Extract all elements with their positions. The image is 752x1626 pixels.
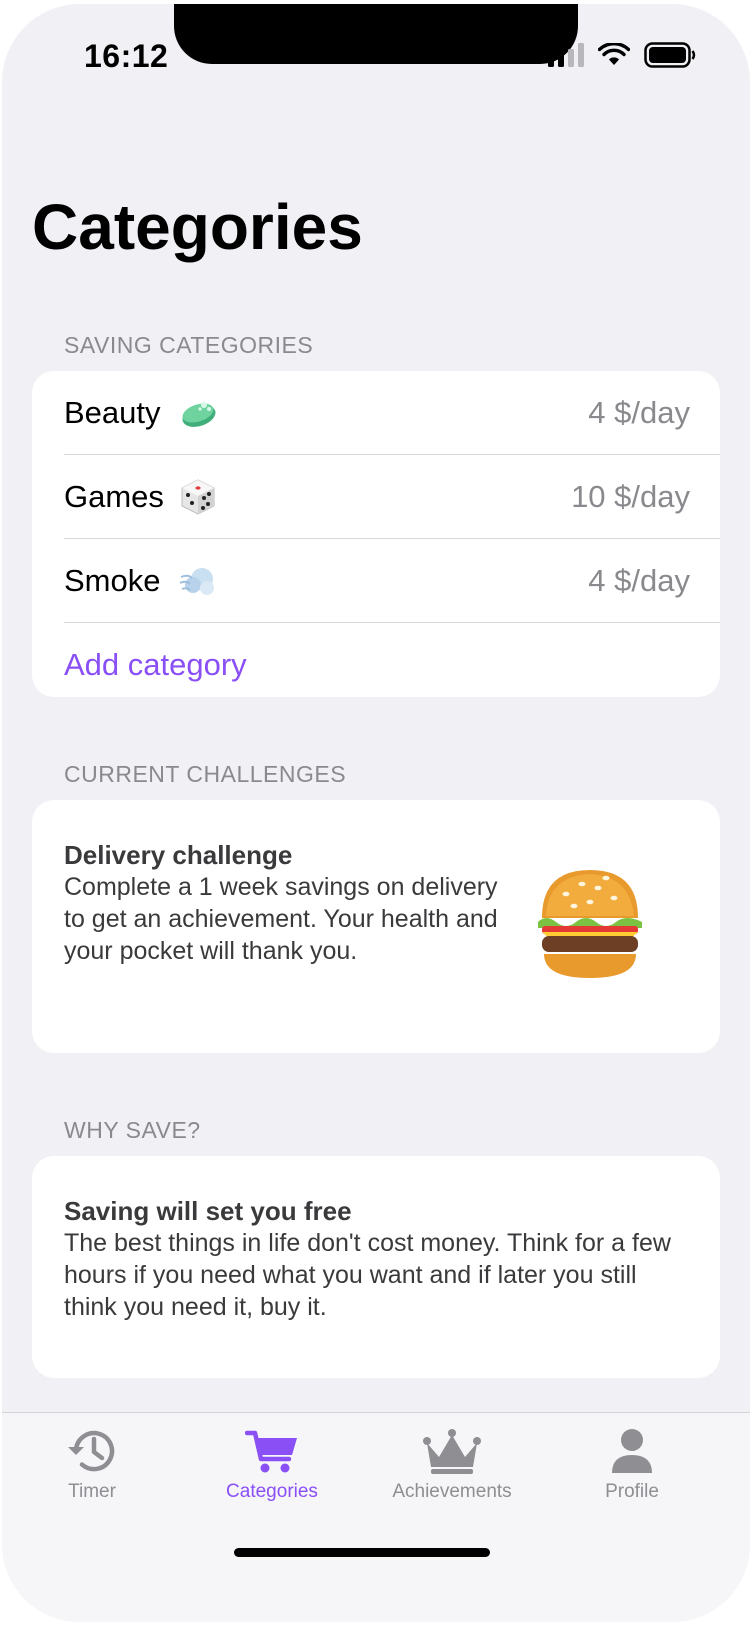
why-save-card: Saving will set you free The best things… [32,1156,720,1378]
category-name: Games [64,479,164,514]
why-save-header: WHY SAVE? [64,1117,201,1143]
battery-icon [644,42,696,68]
category-name: Smoke [64,563,161,598]
challenge-card[interactable]: Delivery challenge Complete a 1 week sav… [32,800,720,1053]
phone-screen: 16:12 Categories SAVING CATEGORIES Beaut… [2,4,750,1622]
category-value: 4 $/day [588,395,690,430]
challenge-title: Delivery challenge [64,840,293,870]
home-indicator[interactable] [234,1548,490,1557]
person-icon [612,1429,652,1473]
crown-icon [423,1429,481,1474]
clock-history-icon [68,1430,115,1472]
soap-icon [182,402,216,427]
saving-categories-card: Beauty 4 $/day Games 10 $/day Smoke 4 $/… [32,371,720,697]
tab-label: Achievements [392,1481,512,1502]
why-save-text: Saving will set you free The best things… [64,1196,684,1323]
tab-label: Timer [68,1481,116,1502]
challenge-text: Delivery challenge Complete a 1 week sav… [64,840,504,967]
category-row-beauty[interactable]: Beauty 4 $/day [32,371,720,455]
add-category-row[interactable]: Add category [32,623,720,707]
why-save-title: Saving will set you free [64,1196,352,1226]
wifi-icon [598,43,630,65]
status-time: 16:12 [84,38,169,74]
challenge-body: Complete a 1 week savings on delivery to… [64,873,498,965]
hamburger-icon [538,870,642,978]
cellular-signal-icon [548,43,584,67]
page-title: Categories [32,191,363,263]
tab-profile[interactable]: Profile [542,1413,722,1523]
tab-bar: Timer Categories Achievements Profile [2,1412,750,1622]
dice-icon [181,479,215,515]
category-value: 10 $/day [571,479,690,514]
tab-label: Categories [226,1481,318,1502]
cart-icon [245,1430,297,1473]
category-name: Beauty [64,395,161,430]
status-icons [548,42,696,68]
notch [174,4,578,64]
add-category-button[interactable]: Add category [64,647,247,683]
tab-label: Profile [605,1481,659,1502]
category-row-smoke[interactable]: Smoke 4 $/day [32,539,720,623]
category-value: 4 $/day [588,563,690,598]
current-challenges-header: CURRENT CHALLENGES [64,761,347,787]
why-save-body: The best things in life don't cost money… [64,1229,671,1321]
tab-timer[interactable]: Timer [2,1413,182,1523]
smoke-icon [179,568,214,595]
saving-categories-header: SAVING CATEGORIES [64,332,314,358]
tab-categories[interactable]: Categories [182,1413,362,1523]
category-row-games[interactable]: Games 10 $/day [32,455,720,539]
tab-achievements[interactable]: Achievements [362,1413,542,1523]
